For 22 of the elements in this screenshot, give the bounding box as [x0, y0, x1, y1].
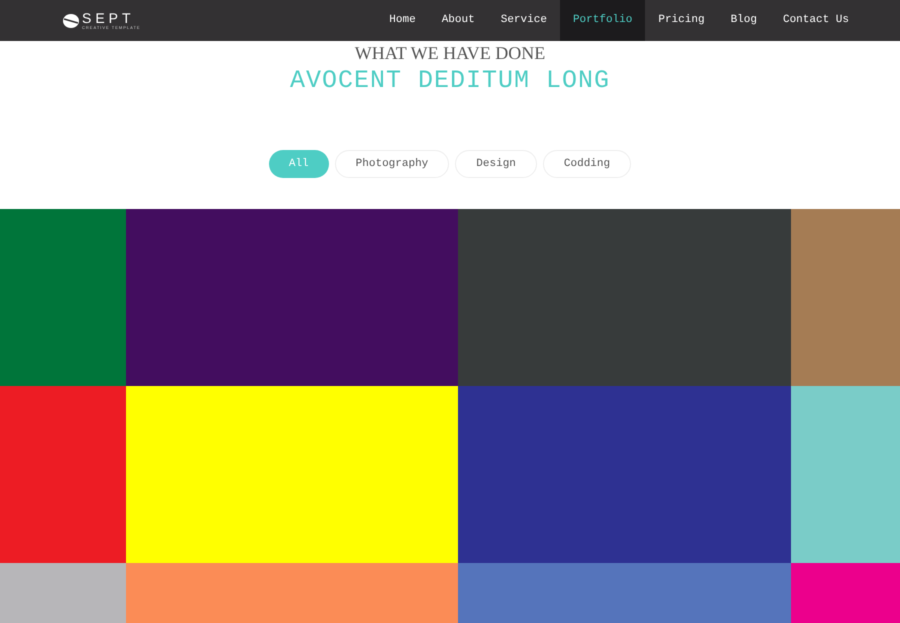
portfolio-tile[interactable]: [791, 209, 900, 386]
portfolio-tile[interactable]: [458, 386, 791, 563]
portfolio-tile[interactable]: [126, 209, 458, 386]
portfolio-tile[interactable]: [126, 386, 458, 563]
logo-icon: [63, 14, 79, 28]
nav-link[interactable]: Home: [376, 0, 429, 41]
nav-link[interactable]: Pricing: [645, 0, 718, 41]
portfolio-tile[interactable]: [0, 209, 126, 386]
nav-link[interactable]: Contact Us: [770, 0, 862, 41]
nav-link[interactable]: About: [428, 0, 488, 41]
filter-button[interactable]: Photography: [334, 150, 450, 178]
section-title: AVOCENT DEDITUM LONG: [290, 66, 610, 96]
portfolio-tile[interactable]: [791, 386, 900, 563]
filter-button[interactable]: Codding: [542, 150, 632, 178]
nav-link[interactable]: Blog: [718, 0, 770, 41]
nav-link[interactable]: Service: [488, 0, 560, 41]
logo-text: SEPT: [82, 11, 136, 25]
nav-link[interactable]: Portfolio: [560, 0, 646, 41]
portfolio-tile[interactable]: [0, 386, 126, 563]
filter-button[interactable]: Design: [455, 150, 537, 178]
section-kicker: WHAT WE HAVE DONE: [354, 43, 546, 63]
portfolio-tile[interactable]: [458, 209, 791, 386]
